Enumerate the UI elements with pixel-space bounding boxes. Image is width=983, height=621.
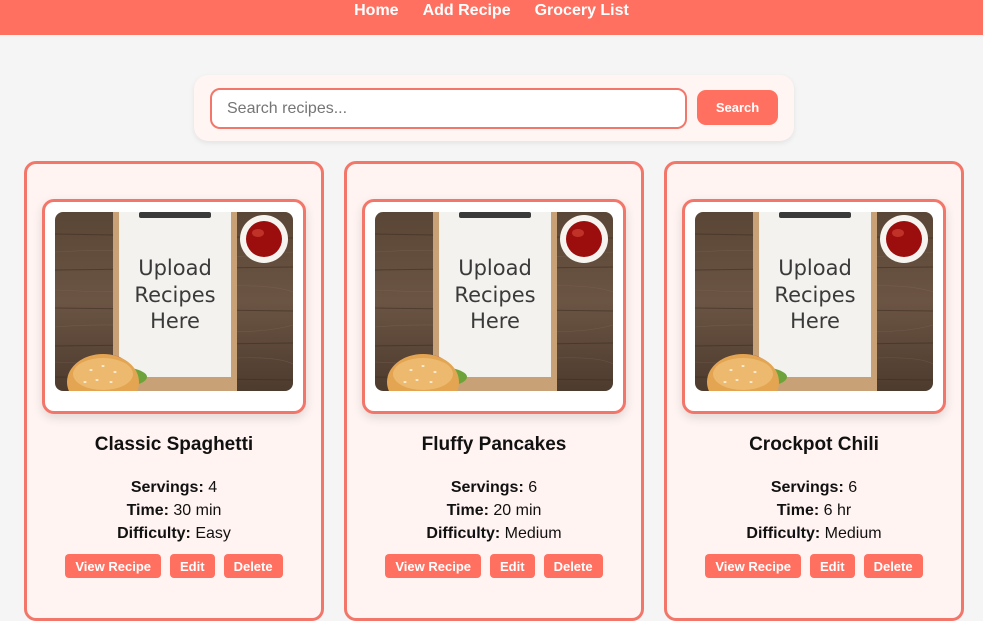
recipe-image: Upload Recipes Here [375, 212, 613, 391]
recipe-card: Upload Recipes Here Classic Spaghetti Se… [24, 161, 324, 621]
recipe-title: Fluffy Pancakes [421, 434, 567, 455]
recipe-image-frame: Upload Recipes Here [362, 199, 626, 414]
recipe-image-frame: Upload Recipes Here [42, 199, 306, 414]
difficulty-value: Medium [504, 525, 562, 542]
recipe-time: Time: 20 min [347, 501, 641, 521]
recipe-image-frame: Upload Recipes Here [682, 199, 946, 414]
recipe-difficulty: Difficulty: Medium [347, 524, 641, 544]
nav-add-recipe[interactable]: Add Recipe [423, 1, 511, 21]
nav-home[interactable]: Home [354, 1, 398, 21]
recipe-card: Upload Recipes Here Fluffy Pancakes Serv… [344, 161, 644, 621]
recipe-card: Upload Recipes Here Crockpot Chili Servi… [664, 161, 964, 621]
recipe-time: Time: 6 hr [667, 501, 961, 521]
svg-text:Recipes: Recipes [774, 283, 855, 307]
recipe-difficulty: Difficulty: Medium [667, 524, 961, 544]
servings-label: Servings: [450, 479, 524, 496]
recipe-servings: Servings: 4 [27, 478, 321, 498]
recipe-time: Time: 30 min [27, 501, 321, 521]
svg-text:Upload: Upload [778, 256, 852, 280]
nav-grocery-list[interactable]: Grocery List [535, 1, 629, 21]
difficulty-label: Difficulty: [746, 525, 821, 542]
card-actions: View Recipe Edit Delete [27, 554, 321, 578]
recipe-title: Crockpot Chili [749, 434, 879, 455]
edit-button[interactable]: Edit [170, 554, 215, 578]
svg-text:Recipes: Recipes [454, 283, 535, 307]
recipe-difficulty: Difficulty: Easy [27, 524, 321, 544]
time-value: 30 min [173, 502, 222, 519]
edit-button[interactable]: Edit [490, 554, 535, 578]
time-label: Time: [126, 502, 169, 519]
difficulty-value: Easy [195, 525, 231, 542]
servings-value: 4 [208, 479, 218, 496]
view-recipe-button[interactable]: View Recipe [65, 554, 162, 578]
difficulty-label: Difficulty: [117, 525, 191, 542]
svg-text:Upload: Upload [138, 256, 212, 280]
time-label: Time: [776, 502, 820, 519]
svg-text:Here: Here [470, 309, 520, 333]
difficulty-value: Medium [824, 525, 882, 542]
delete-button[interactable]: Delete [543, 554, 603, 578]
recipe-servings: Servings: 6 [347, 478, 641, 498]
card-actions: View Recipe Edit Delete [667, 554, 961, 578]
servings-label: Servings: [130, 479, 204, 496]
recipe-servings: Servings: 6 [667, 478, 961, 498]
recipe-image: Upload Recipes Here [55, 212, 293, 391]
view-recipe-button[interactable]: View Recipe [705, 554, 802, 578]
servings-label: Servings: [770, 479, 844, 496]
view-recipe-button[interactable]: View Recipe [385, 554, 482, 578]
servings-value: 6 [848, 479, 858, 496]
search-input[interactable] [210, 88, 687, 129]
recipe-title: Classic Spaghetti [94, 434, 254, 455]
edit-button[interactable]: Edit [810, 554, 855, 578]
svg-text:Here: Here [150, 309, 200, 333]
svg-text:Upload: Upload [458, 256, 532, 280]
time-value: 20 min [493, 502, 542, 519]
difficulty-label: Difficulty: [426, 525, 501, 542]
time-label: Time: [446, 502, 489, 519]
svg-text:Here: Here [790, 309, 840, 333]
recipe-image: Upload Recipes Here [695, 212, 933, 391]
top-navbar: Home Add Recipe Grocery List [0, 0, 983, 35]
time-value: 6 hr [823, 502, 852, 519]
delete-button[interactable]: Delete [863, 554, 923, 578]
search-button[interactable]: Search [697, 90, 778, 125]
delete-button[interactable]: Delete [223, 554, 283, 578]
search-bar: Search [194, 75, 794, 141]
card-actions: View Recipe Edit Delete [347, 554, 641, 578]
servings-value: 6 [528, 479, 538, 496]
svg-text:Recipes: Recipes [134, 283, 215, 307]
